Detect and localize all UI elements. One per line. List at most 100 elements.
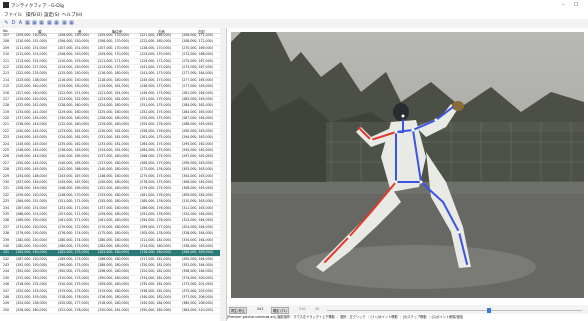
table-cell: (206,000, 150,000) xyxy=(58,33,89,37)
table-cell: (221,000, 181,000) xyxy=(98,90,129,95)
edit-tool-button[interactable]: ✎ xyxy=(3,20,10,27)
range-field[interactable]: 210 xyxy=(299,307,305,311)
menu-help[interactable]: ヘルプ(H) xyxy=(62,12,82,18)
table-cell: (294,000, 163,000) xyxy=(182,135,213,140)
d-tool-button[interactable]: D xyxy=(10,20,17,27)
table-cell: (258,000, 176,000) xyxy=(140,128,171,133)
table-cell: 210 xyxy=(3,52,10,57)
range-field-2[interactable]: 20 xyxy=(315,307,319,311)
tool-button-6[interactable]: ▦ xyxy=(38,20,45,27)
table-cell: 247 xyxy=(3,288,10,293)
table-cell: (234,000, 161,000) xyxy=(58,135,89,140)
table-cell: (318,000, 152,000) xyxy=(16,282,47,287)
confirm-button[interactable]: 確定 (F1) xyxy=(271,307,289,314)
seek-thumb[interactable] xyxy=(487,308,491,313)
table-cell: (248,000, 170,000) xyxy=(58,192,89,197)
table-cell: 250 xyxy=(3,307,10,312)
table-cell: (338,000, 163,000) xyxy=(182,243,213,248)
play-button[interactable]: 再生/停止 xyxy=(229,307,247,314)
table-cell: (324,000, 158,000) xyxy=(16,301,47,306)
table-cell: (253,000, 171,000) xyxy=(58,205,89,210)
table-cell: (257,000, 149,000) xyxy=(16,179,47,184)
table-cell: (320,000, 164,000) xyxy=(182,211,213,216)
table-cell: (252,000, 145,000) xyxy=(16,167,47,172)
menu-settings[interactable]: 設定(S) xyxy=(44,12,59,18)
table-cell: (374,000, 200,000) xyxy=(182,275,213,280)
table-cell: 240 xyxy=(3,243,10,248)
table-cell: (229,000, 160,000) xyxy=(58,109,89,114)
table-scrollbar[interactable] xyxy=(220,28,226,321)
table-cell: (316,000, 180,000) xyxy=(98,295,129,300)
table-cell: (228,000, 180,000) xyxy=(98,116,129,121)
table-cell: 218 xyxy=(3,103,10,108)
table-cell: (320,000, 181,000) xyxy=(98,307,129,312)
table-cell: (235,000, 162,000) xyxy=(58,141,89,146)
table-cell: (303,000, 163,000) xyxy=(182,167,213,172)
table-cell: 216 xyxy=(3,90,10,95)
table-cell: (345,000, 184,000) xyxy=(140,301,171,306)
minimize-button[interactable]: – xyxy=(562,2,565,8)
table-cell: (225,000, 180,000) xyxy=(98,109,129,114)
menu-operation[interactable]: 操作(O) xyxy=(26,12,42,18)
tool-button-7[interactable]: ▦ xyxy=(46,20,53,27)
seek-slider[interactable] xyxy=(327,310,582,311)
tool-button-8[interactable]: ▦ xyxy=(53,20,60,27)
table-cell: (288,000, 180,000) xyxy=(98,263,129,268)
table-cell: (275,000, 180,000) xyxy=(98,231,129,236)
table-cell: (249,000, 175,000) xyxy=(140,90,171,95)
title-bar: アンテイクフィア - G-Dig – ☐ xyxy=(0,0,588,11)
table-cell: (255,000, 175,000) xyxy=(140,116,171,121)
tool-button-5[interactable]: ▦ xyxy=(31,20,38,27)
table-cell: 239 xyxy=(3,237,10,242)
table-cell: (240,000, 180,000) xyxy=(98,167,129,172)
video-frame[interactable] xyxy=(231,32,584,298)
table-cell: 227 xyxy=(3,160,10,165)
menu-bar: ファイル 操作(O) 設定(S) ヘルプ(H) xyxy=(0,11,588,19)
table-cell: (350,000, 164,000) xyxy=(182,256,213,261)
table-cell: (257,000, 171,000) xyxy=(58,211,89,216)
table-cell: 214 xyxy=(3,77,10,82)
table-cell: (320,000, 153,000) xyxy=(16,288,47,293)
table-cell: 234 xyxy=(3,205,10,210)
a-tool-button[interactable]: A xyxy=(17,20,24,27)
table-cell: (249,000, 145,000) xyxy=(16,154,47,159)
table-cell: (207,000, 151,000) xyxy=(58,45,89,50)
table-cell: (219,000, 150,000) xyxy=(58,84,89,89)
table-cell: (299,000, 163,000) xyxy=(182,160,213,165)
table-cell: (377,000, 206,000) xyxy=(182,295,213,300)
table-cell: (295,000, 162,000) xyxy=(182,148,213,153)
table-cell: (241,000, 173,000) xyxy=(140,71,171,76)
table-cell: (212,000, 151,000) xyxy=(16,52,47,57)
table-cell: (229,000, 172,000) xyxy=(140,58,171,63)
table-cell: (274,000, 150,000) xyxy=(16,224,47,229)
table-cell: (269,000, 150,000) xyxy=(16,218,47,223)
tool-button-4[interactable]: ▦ xyxy=(24,20,31,27)
table-cell: 213 xyxy=(3,71,10,76)
table-cell: (264,000, 175,000) xyxy=(140,148,171,153)
table-cell: 238 xyxy=(3,231,10,236)
table-cell: (240,000, 165,000) xyxy=(58,160,89,165)
table-cell: (306,000, 162,000) xyxy=(182,179,213,184)
table-cell: (280,000, 174,000) xyxy=(58,237,89,242)
header-no[interactable]: No. xyxy=(3,29,9,33)
table-cell: (208,000, 150,000) xyxy=(58,52,89,57)
tool-button-10[interactable]: ▦ xyxy=(68,20,75,27)
table-cell: (210,000, 153,000) xyxy=(58,58,89,63)
table-cell: 243 xyxy=(3,263,10,268)
tool-button-9[interactable]: ▦ xyxy=(61,20,68,27)
table-cell: (222,000, 135,000) xyxy=(16,71,47,76)
table-cell: (252,000, 175,000) xyxy=(140,109,171,114)
table-cell: (227,000, 140,000) xyxy=(16,90,47,95)
table-cell: (277,000, 164,000) xyxy=(182,71,213,76)
table-cell: (245,000, 173,000) xyxy=(140,77,171,82)
table-cell: (242,000, 166,000) xyxy=(58,167,89,172)
table-cell: (309,000, 180,000) xyxy=(98,282,129,287)
maximize-button[interactable]: ☐ xyxy=(574,2,578,8)
menu-file[interactable]: ファイル xyxy=(4,12,22,18)
table-row[interactable]: 250 (326,000, 160,000) (322,000, 178,000) (… xyxy=(0,307,220,315)
table-cell: (309,000, 162,000) xyxy=(182,192,213,197)
table-cell: (233,000, 161,000) xyxy=(58,128,89,133)
table-cell: (280,000, 180,000) xyxy=(98,237,129,242)
table-cell: (246,000, 173,000) xyxy=(140,84,171,89)
table-cell: (350,000, 185,000) xyxy=(140,307,171,312)
